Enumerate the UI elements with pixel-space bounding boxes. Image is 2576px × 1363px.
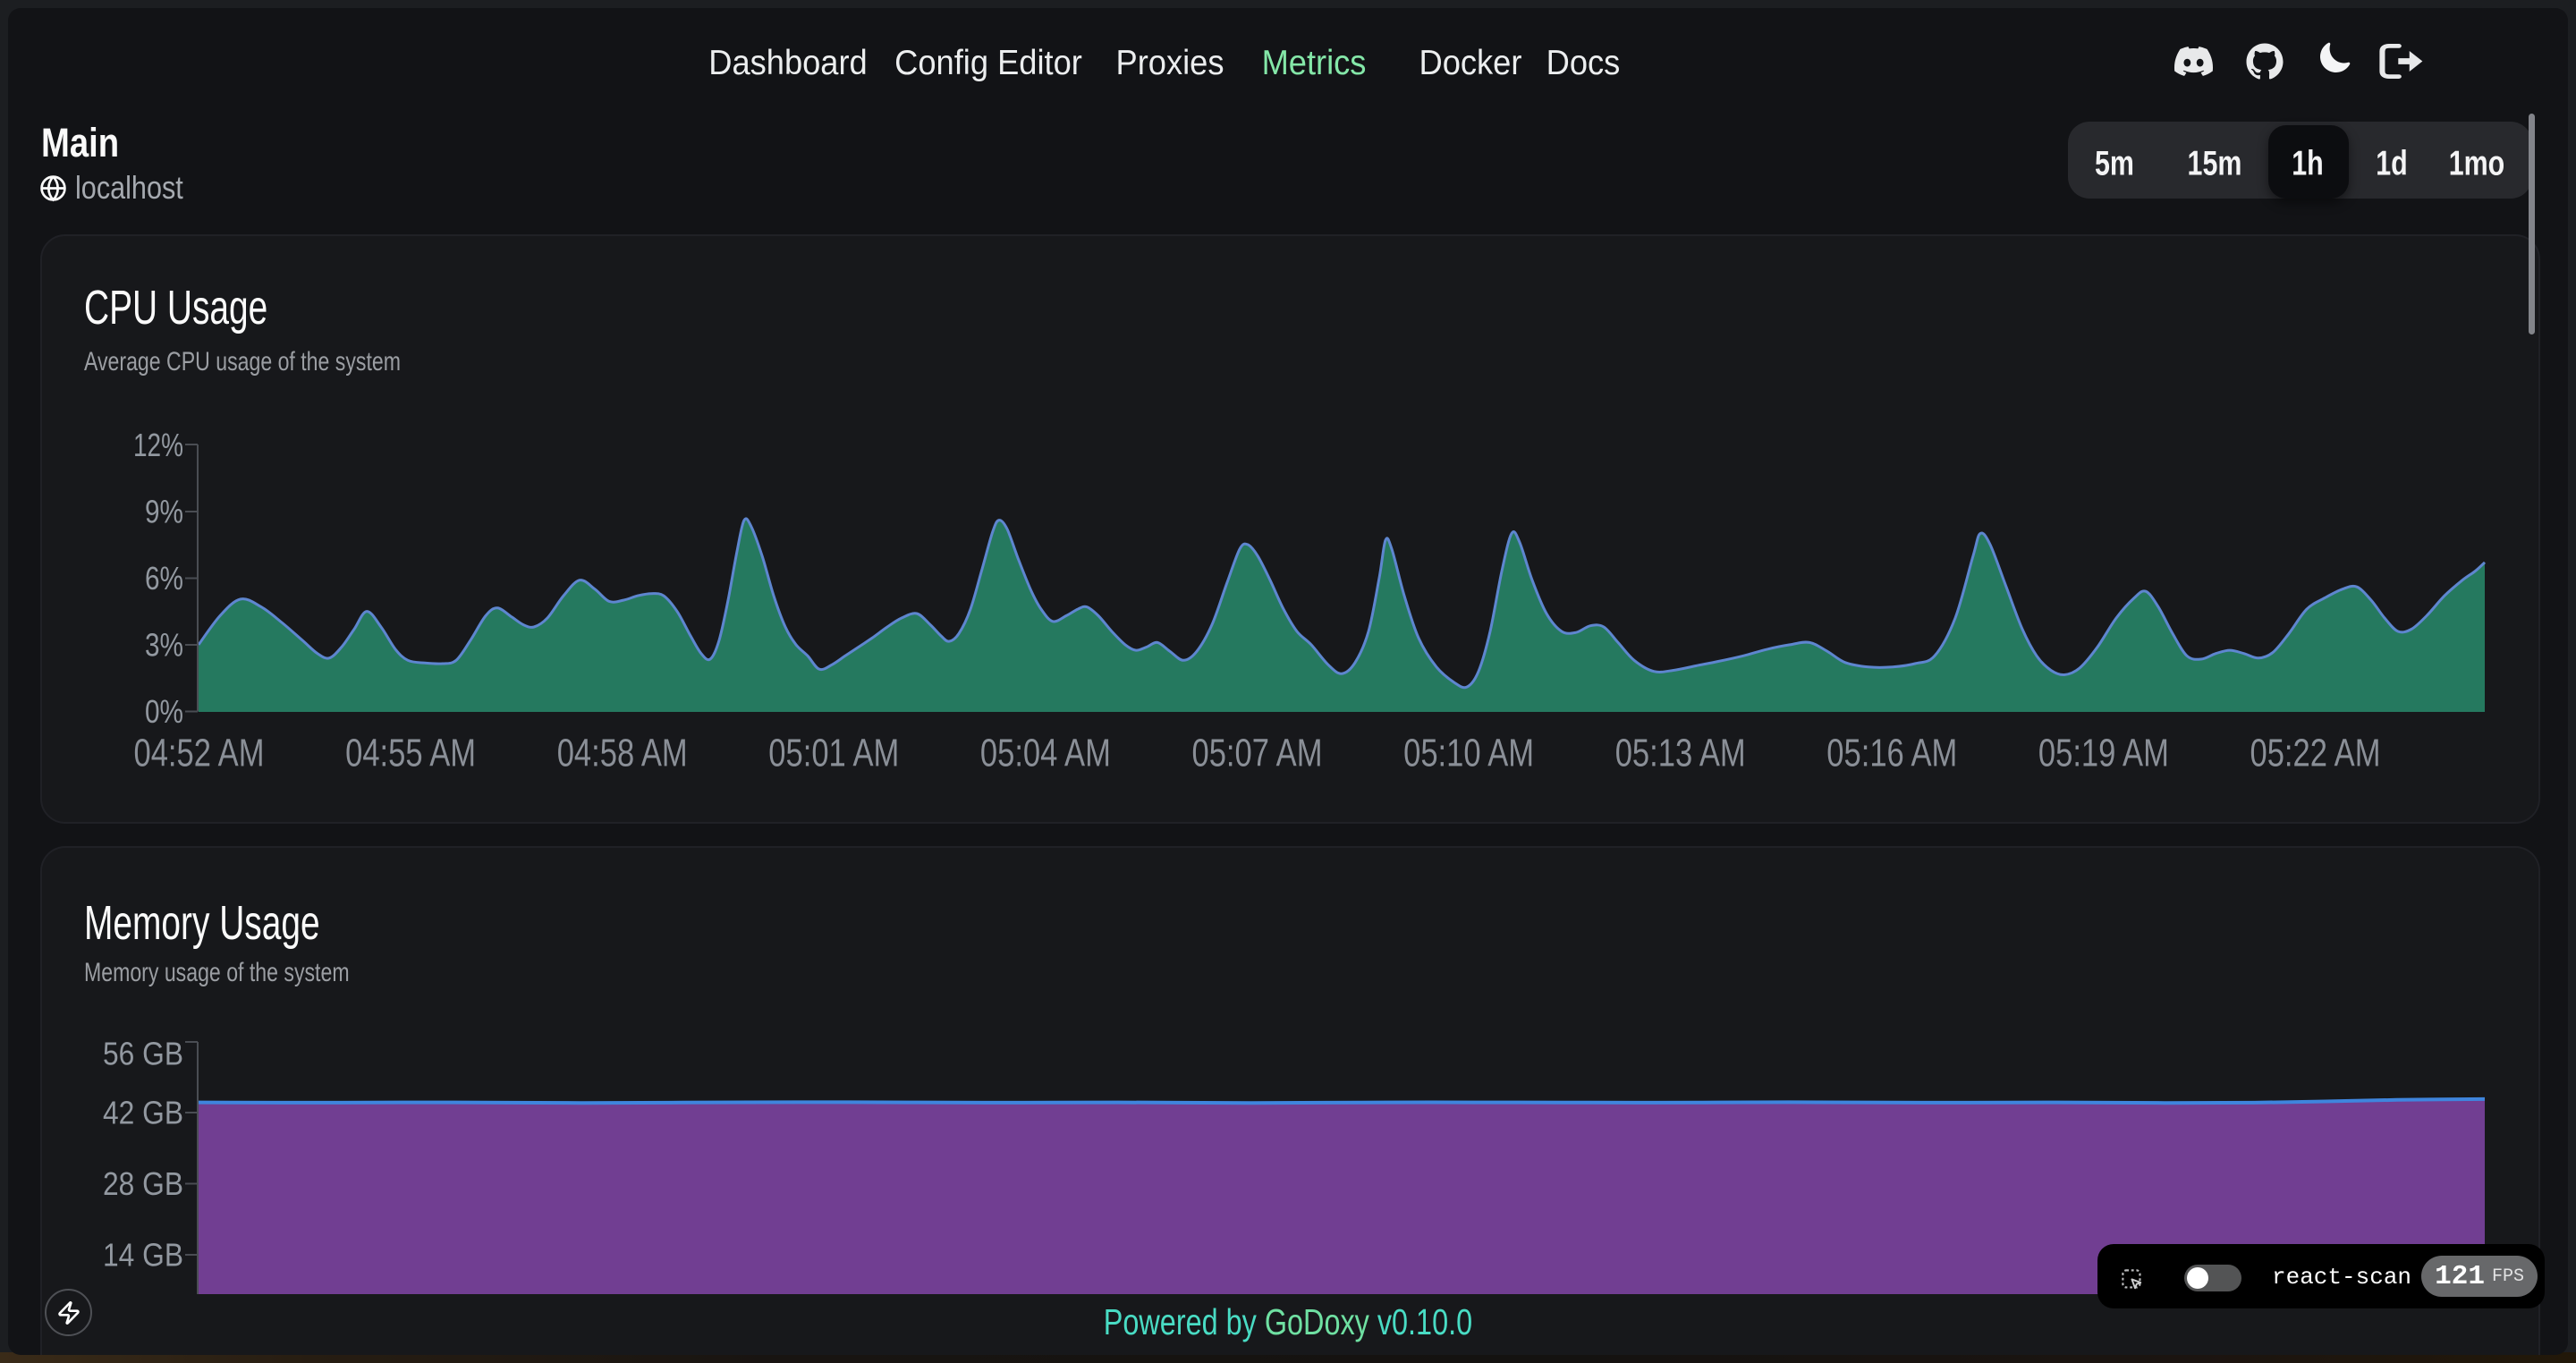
svg-text:14 GB: 14 GB [103, 1237, 183, 1274]
svg-text:28 GB: 28 GB [103, 1165, 183, 1202]
svg-text:56 GB: 56 GB [103, 1036, 183, 1072]
svg-text:42 GB: 42 GB [103, 1095, 183, 1131]
